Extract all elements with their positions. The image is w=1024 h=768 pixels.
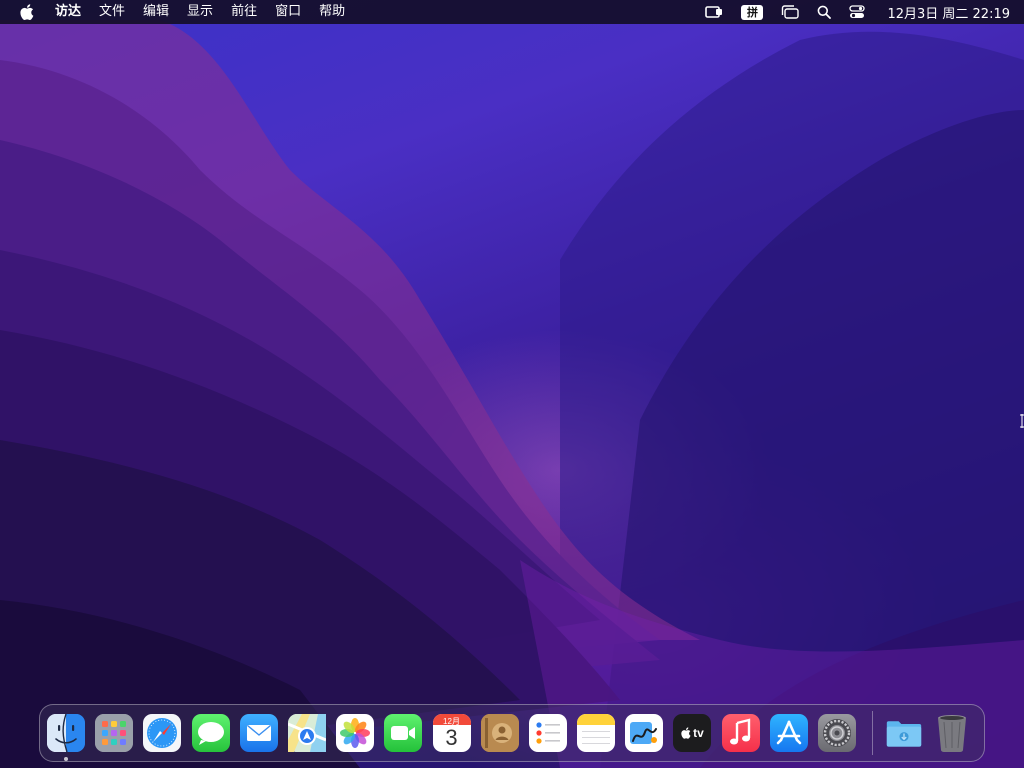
menu-bar: 访达 文件 编辑 显示 前往 窗口 帮助 拼 12月3日 周二 22:19 xyxy=(0,0,1024,24)
stage-manager-icon[interactable] xyxy=(781,0,800,24)
downloads-folder-icon[interactable] xyxy=(885,714,923,752)
apple-tv-label: tv xyxy=(693,726,704,740)
menu-edit[interactable]: 编辑 xyxy=(134,0,178,24)
safari-icon[interactable] xyxy=(143,714,182,752)
input-method-icon[interactable]: 拼 xyxy=(741,0,764,24)
system-settings-icon[interactable] xyxy=(818,714,856,752)
apple-tv-icon[interactable]: tv xyxy=(673,714,712,752)
wallpaper-mountains xyxy=(0,20,1024,768)
menu-app-finder[interactable]: 访达 xyxy=(46,0,90,24)
desktop-wallpaper[interactable] xyxy=(0,0,1024,768)
menu-go[interactable]: 前往 xyxy=(222,0,266,24)
calendar-icon[interactable]: 12月 3 xyxy=(432,714,471,752)
contacts-icon[interactable] xyxy=(480,714,519,752)
search-icon[interactable] xyxy=(817,0,832,24)
maps-icon[interactable] xyxy=(287,714,326,752)
mouse-cursor-icon xyxy=(1020,413,1024,428)
menu-file[interactable]: 文件 xyxy=(90,0,134,24)
dock-separator xyxy=(872,711,874,755)
freeform-icon[interactable] xyxy=(625,714,664,752)
dock: 12月 3 tv xyxy=(39,704,985,762)
menu-window[interactable]: 窗口 xyxy=(266,0,310,24)
calendar-day-label: 3 xyxy=(445,725,458,750)
notes-icon[interactable] xyxy=(577,714,616,752)
menu-help[interactable]: 帮助 xyxy=(310,0,354,24)
music-icon[interactable] xyxy=(721,714,760,752)
app-store-icon[interactable] xyxy=(769,714,808,752)
menu-bar-clock[interactable]: 12月3日 周二 22:19 xyxy=(887,3,1010,22)
apple-menu-icon[interactable] xyxy=(18,0,36,24)
facetime-icon[interactable] xyxy=(384,714,423,752)
trash-icon[interactable] xyxy=(933,714,971,752)
messages-icon[interactable] xyxy=(191,714,230,752)
screen-mirroring-icon[interactable] xyxy=(705,0,723,24)
finder-icon[interactable] xyxy=(47,714,85,761)
reminders-icon[interactable] xyxy=(528,714,567,752)
mail-icon[interactable] xyxy=(239,714,278,752)
photos-icon[interactable] xyxy=(336,714,375,752)
input-method-label: 拼 xyxy=(741,4,764,20)
menu-view[interactable]: 显示 xyxy=(178,0,222,24)
finder-running-indicator xyxy=(64,757,68,761)
control-center-icon[interactable] xyxy=(849,0,866,24)
launchpad-icon[interactable] xyxy=(95,714,134,752)
menu-bar-status-area: 拼 12月3日 周二 22:19 xyxy=(687,0,1010,24)
